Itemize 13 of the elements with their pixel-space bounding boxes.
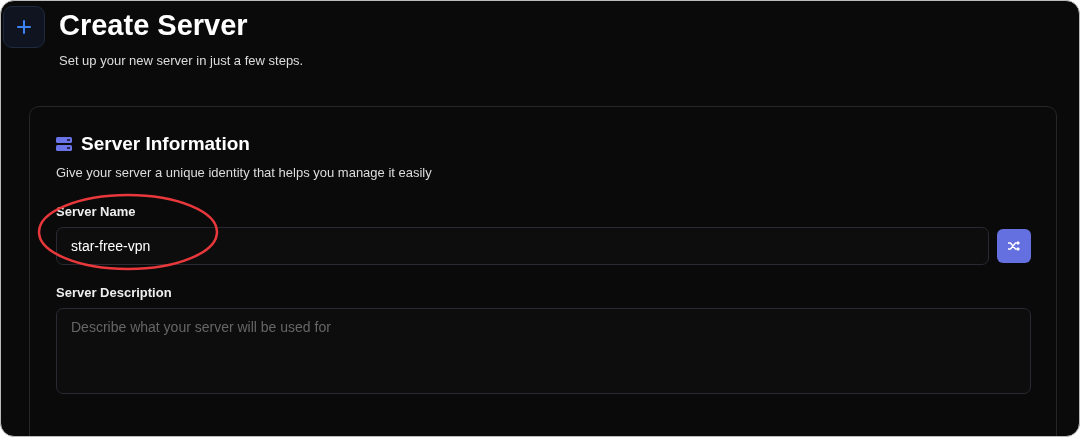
server-icon: [56, 137, 72, 151]
plus-icon: [16, 19, 32, 35]
name-field[interactable]: star-free-vpn: [56, 227, 989, 265]
section-title: Server Information: [81, 133, 250, 155]
page-title: Create Server: [59, 8, 249, 43]
field-label: Server Name: [56, 204, 137, 219]
shuffle-button[interactable]: [997, 229, 1031, 263]
field-label: Server Description: [56, 285, 173, 300]
page-subtitle: Set up your new server in just a few steps.: [59, 53, 304, 68]
section-description: Give your server a unique identity that helps you manage it easily: [56, 165, 433, 180]
add-button[interactable]: [3, 6, 45, 48]
shuffle-icon: [1008, 241, 1020, 251]
description-field[interactable]: Describe what your server will be used for: [56, 308, 1031, 394]
